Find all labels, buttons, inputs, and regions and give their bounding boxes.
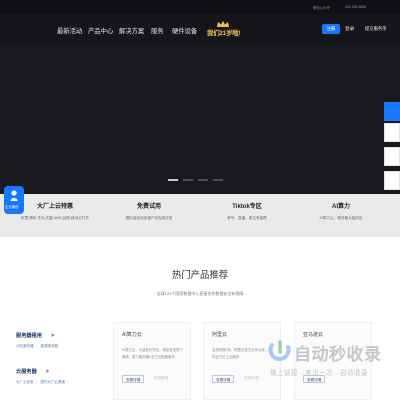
submit-ticket-button[interactable]: 提交服务单 <box>365 24 386 34</box>
carousel-dot[interactable] <box>198 179 208 181</box>
person-icon <box>10 190 18 201</box>
top-bar: 微信公众号 400-638-8808 <box>0 0 400 14</box>
qrcode-icon[interactable] <box>384 147 400 166</box>
product-card[interactable]: AI算力云 AI算力云，大量低价供应，满足各类算力需求，算力服务器+全方位配套服… <box>113 322 191 400</box>
feature-tiktok[interactable]: Tiktok专区 养号、直播、原生有保障 <box>210 201 284 221</box>
crown-icon <box>217 21 229 27</box>
main-nav: 最新活动 产品中心 解决方案 服务 硬件设备 我们21岁啦! <box>0 14 400 44</box>
nav-item-products[interactable]: 产品中心 <box>88 26 113 35</box>
view-details-button[interactable]: 查看详情 <box>122 375 145 383</box>
login-button[interactable]: 登录 <box>345 24 354 34</box>
watermark-title: 自动秒收录 <box>294 345 382 364</box>
chevron-right-icon: > <box>50 333 54 339</box>
hero-banner[interactable] <box>0 44 400 194</box>
category-links: 大陆服务器 | 香港服务器 <box>16 344 90 349</box>
enterprise-wechat-button[interactable]: 企业微信 <box>4 186 24 214</box>
wechat-link[interactable]: 微信公众号 <box>313 5 330 10</box>
doc-icon[interactable] <box>384 171 400 190</box>
category-title[interactable]: 服务器租用 > <box>16 332 90 339</box>
nav-item-hardware[interactable]: 硬件设备 <box>172 26 197 35</box>
feature-cloud-deals[interactable]: 大厂上云特惠 阿里,腾讯,华为,天翼,AWS,谷歌,移动云打折 <box>18 201 92 221</box>
category-link[interactable]: 国外大厂云渠道 <box>40 380 65 384</box>
chat-icon[interactable] <box>384 102 400 121</box>
feature-desc: 阿里,腾讯,华为,天翼,AWS,谷歌,移动云打折 <box>21 216 89 220</box>
page: { "topbar": { "wechat": "微信公众号", "phone"… <box>0 0 400 400</box>
feature-title: 免费试用 <box>136 204 161 210</box>
phone-icon[interactable] <box>384 123 400 142</box>
feature-title: 大厂上云特惠 <box>36 204 73 210</box>
category-link[interactable]: 大厂云优惠 <box>16 380 34 384</box>
anniversary-promo[interactable]: 我们21岁啦! <box>205 21 241 38</box>
promo-text: 我们21岁啦! <box>207 30 241 37</box>
category-link[interactable]: 大陆服务器 <box>16 344 34 348</box>
feature-desc: AI算力云、服务器大量供应 <box>319 216 363 220</box>
feature-ai-compute[interactable]: AI算力 AI算力云、服务器大量供应 <box>304 201 378 221</box>
carousel-dot[interactable] <box>168 179 178 181</box>
card-title: AI算力云 <box>122 332 142 338</box>
carousel-dot[interactable] <box>213 179 223 181</box>
category-server-rental: 服务器租用 > 大陆服务器 | 香港服务器 <box>16 332 90 349</box>
category-link[interactable]: 香港服务器 <box>40 344 58 348</box>
consult-link[interactable]: 在线咨询 <box>154 376 168 381</box>
card-desc: 全场特惠5折，阿里云官方合作伙伴，提供全方位上云服务 <box>212 348 272 359</box>
divider: | <box>36 380 38 384</box>
category-links: 大厂云优惠 | 国外大厂云渠道 <box>16 380 65 385</box>
category-cloud-server: 云服务器 > 大厂云优惠 | 国外大厂云渠道 <box>16 368 65 385</box>
feature-strip: 大厂上云特惠 阿里,腾讯,华为,天翼,AWS,谷歌,移动云打折 免费试用 国际接… <box>0 194 400 237</box>
watermark: 自动秒收录 做上链接→来访一次→自动收录 <box>268 336 398 380</box>
section-title: 热门产品推荐 <box>171 269 229 280</box>
card-title: 阿里云 <box>212 332 228 338</box>
card-desc: AI算力云，大量低价供应，满足各类算力需求，算力服务器+全方位配套服务 <box>122 348 183 359</box>
divider: | <box>36 344 38 348</box>
feature-free-trial[interactable]: 免费试用 国际接游戏加速产品免费试用 <box>112 201 186 221</box>
feature-desc: 养号、直播、原生有保障 <box>227 216 267 220</box>
nav-item-solutions[interactable]: 解决方案 <box>119 26 144 35</box>
chevron-right-icon: > <box>45 369 49 375</box>
watermark-logo-icon <box>268 340 291 361</box>
nav-item-activities[interactable]: 最新活动 <box>57 26 82 35</box>
enterprise-wechat-label: 企业微信 <box>5 205 19 209</box>
watermark-subtitle: 做上链接→来访一次→自动收录 <box>270 370 368 377</box>
category-title[interactable]: 云服务器 > <box>16 368 65 375</box>
view-details-button[interactable]: 查看详情 <box>212 375 235 383</box>
register-button[interactable]: 注册 <box>322 24 340 34</box>
carousel-dot[interactable] <box>183 179 193 181</box>
feature-title: Tiktok专区 <box>232 204 262 210</box>
feature-title: AI算力 <box>331 204 350 210</box>
phone-number: 400-638-8808 <box>345 5 367 9</box>
section-subtitle: 全球120个国家数据中心直接合作数据安全有保障 <box>156 291 244 296</box>
consult-link[interactable]: 在线咨询 <box>244 376 258 381</box>
nav-item-service[interactable]: 服务 <box>151 26 164 35</box>
feature-desc: 国际接游戏加速产品免费试用 <box>125 216 173 220</box>
